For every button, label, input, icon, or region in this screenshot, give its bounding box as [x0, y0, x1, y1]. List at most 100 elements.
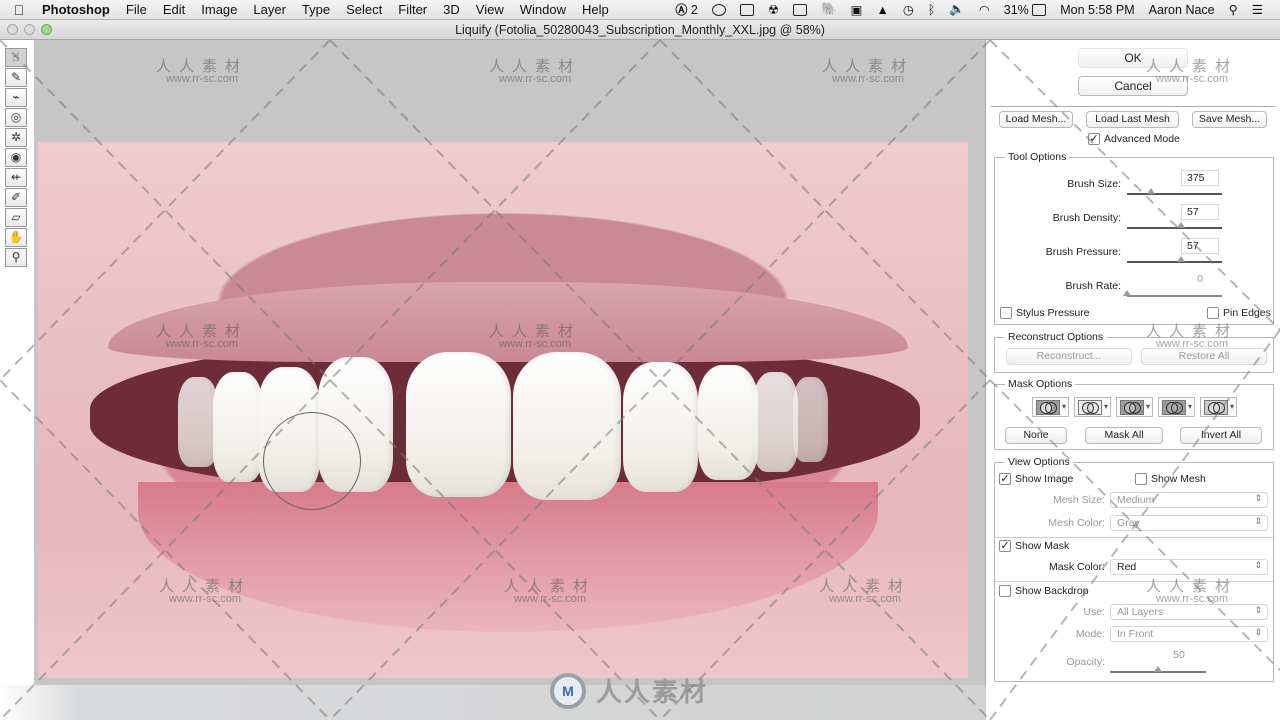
- brush-size-slider[interactable]: [1127, 188, 1222, 195]
- push-left-tool-icon[interactable]: ⇷: [5, 168, 27, 187]
- menu-edit[interactable]: Edit: [155, 2, 193, 17]
- spaces-icon[interactable]: [786, 3, 814, 16]
- video-camera-icon[interactable]: ▣: [844, 2, 870, 17]
- show-mask-checkbox[interactable]: ✓ Show Mask: [999, 540, 1069, 552]
- mask-color-select[interactable]: Red ⇕: [1110, 559, 1268, 575]
- menu-type[interactable]: Type: [294, 2, 338, 17]
- menu-filter[interactable]: Filter: [390, 2, 435, 17]
- pucker-tool-icon[interactable]: ✲: [5, 128, 27, 147]
- stepper-arrows-icon: ⇕: [1254, 560, 1262, 570]
- time-machine-icon[interactable]: [705, 3, 733, 16]
- radiation-icon[interactable]: ☢: [761, 2, 786, 17]
- stepper-arrows-icon: ⇕: [1254, 493, 1262, 503]
- mask-add-to-selection-icon[interactable]: ▾: [1074, 397, 1111, 417]
- watermark: 人人素材 www.rr-sc.com: [822, 58, 915, 85]
- thaw-mask-tool-icon[interactable]: ▱: [5, 208, 27, 227]
- save-mesh-button[interactable]: Save Mesh...: [1192, 111, 1267, 128]
- menu-file[interactable]: File: [118, 2, 155, 17]
- slider-thumb[interactable]: [1123, 290, 1131, 296]
- stylus-pressure-checkbox[interactable]: Stylus Pressure: [1000, 307, 1090, 319]
- slider-thumb[interactable]: [1177, 256, 1186, 262]
- mask-replace-selection-icon[interactable]: ▾: [1032, 397, 1069, 417]
- menu-app-photoshop[interactable]: Photoshop: [38, 2, 118, 17]
- bluetooth-icon[interactable]: ᛒ: [921, 3, 943, 17]
- forward-warp-tool-icon[interactable]: ☝: [5, 48, 27, 67]
- brush-density-slider[interactable]: [1127, 222, 1222, 229]
- reconstruct-tool-icon[interactable]: ✎: [5, 68, 27, 87]
- watermark: 人人素材 www.rr-sc.com: [819, 578, 912, 605]
- brush-size-input[interactable]: 375: [1181, 170, 1219, 186]
- load-last-mesh-button[interactable]: Load Last Mesh: [1086, 111, 1179, 128]
- menu-select[interactable]: Select: [338, 2, 390, 17]
- window-title: Liquify (Fotolia_50280043_Subscription_M…: [455, 22, 825, 37]
- menu-layer[interactable]: Layer: [245, 2, 294, 17]
- bottom-gradient: [0, 685, 986, 720]
- mask-all-button[interactable]: Mask All: [1085, 427, 1163, 444]
- menu-image[interactable]: Image: [193, 2, 245, 17]
- show-mesh-checkbox[interactable]: Show Mesh: [1135, 473, 1206, 485]
- spotlight-search-icon[interactable]: ⚲: [1222, 2, 1245, 17]
- apple-menu-icon[interactable]: : [0, 2, 38, 18]
- notification-center-icon[interactable]: ☰: [1245, 2, 1270, 17]
- show-image-checkbox[interactable]: ✓ Show Image: [999, 473, 1073, 485]
- brush-pressure-input[interactable]: 57: [1181, 238, 1219, 254]
- mask-options-title: Mask Options: [1005, 378, 1076, 390]
- adobe-badge-count: 2: [690, 2, 698, 17]
- zoom-tool-icon[interactable]: ⚲: [5, 248, 27, 267]
- menu-help[interactable]: Help: [574, 2, 617, 17]
- mode-select[interactable]: In Front ⇕: [1110, 626, 1268, 642]
- battery-status[interactable]: 31%: [997, 3, 1054, 17]
- menu-3d[interactable]: 3D: [435, 2, 468, 17]
- show-backdrop-checkbox[interactable]: Show Backdrop: [999, 585, 1089, 597]
- watermark: 人人素材 www.rr-sc.com: [159, 578, 252, 605]
- slider-thumb[interactable]: [1154, 666, 1162, 672]
- adobe-creative-cloud-icon[interactable]: Ⓐ 2: [668, 1, 704, 18]
- mask-options-group: Mask Options None Mask All Invert All: [994, 378, 1274, 450]
- brush-rate-slider[interactable]: [1123, 290, 1222, 297]
- slider-thumb[interactable]: [1146, 188, 1155, 194]
- use-select[interactable]: All Layers ⇕: [1110, 604, 1268, 620]
- rr-sc-logo-mark: M: [550, 672, 586, 709]
- reconstruct-button[interactable]: Reconstruct...: [1006, 348, 1132, 365]
- smooth-tool-icon[interactable]: ⌁: [5, 88, 27, 107]
- mask-subtract-from-selection-icon[interactable]: ▾: [1116, 397, 1153, 417]
- mesh-size-select[interactable]: Medium ⇕: [1110, 492, 1268, 508]
- clock-history-icon[interactable]: ◷: [896, 2, 921, 17]
- volume-icon[interactable]: 🔈: [942, 2, 972, 17]
- liquify-canvas[interactable]: 人人素材 www.rr-sc.com 人人素材 www.rr-sc.com 人人素材…: [34, 40, 986, 685]
- slider-thumb[interactable]: [1177, 222, 1186, 228]
- brush-pressure-slider[interactable]: [1127, 256, 1222, 263]
- stepper-arrows-icon: ⇕: [1254, 516, 1262, 526]
- load-mesh-button[interactable]: Load Mesh...: [999, 111, 1073, 128]
- opacity-value: 50: [1160, 648, 1198, 664]
- mask-none-button[interactable]: None: [1005, 427, 1067, 444]
- liquify-options-panel: OK Cancel 人人素材 www.rr-sc.com Load Mesh...…: [986, 40, 1280, 720]
- menu-window[interactable]: Window: [512, 2, 574, 17]
- mask-intersect-with-selection-icon[interactable]: ▾: [1158, 397, 1195, 417]
- hand-tool-icon[interactable]: ✋: [5, 228, 27, 247]
- stepper-arrows-icon: ⇕: [1254, 605, 1262, 615]
- divider: [995, 537, 1273, 538]
- opacity-label: Opacity:: [1066, 656, 1105, 668]
- evernote-icon[interactable]: 🐘: [814, 2, 844, 17]
- user-name[interactable]: Aaron Nace: [1142, 3, 1222, 17]
- checkmark-icon: ✓: [1088, 133, 1100, 145]
- twirl-clockwise-tool-icon[interactable]: ◎: [5, 108, 27, 127]
- mesh-color-select[interactable]: Gray ⇕: [1110, 515, 1268, 531]
- mask-invert-selection-icon[interactable]: ▾: [1200, 397, 1237, 417]
- invert-all-button[interactable]: Invert All: [1180, 427, 1262, 444]
- liquify-toolbar: ☝ ✎ ⌁ ◎ ✲ ◉ ⇷ ✐ ▱ ✋ ⚲: [0, 40, 34, 720]
- bloat-tool-icon[interactable]: ◉: [5, 148, 27, 167]
- airplay-icon[interactable]: ▲: [869, 3, 895, 17]
- checkmark-icon: ✓: [999, 473, 1011, 485]
- brush-density-input[interactable]: 57: [1181, 204, 1219, 220]
- wifi-icon[interactable]: ◠: [972, 2, 997, 17]
- advanced-mode-checkbox[interactable]: ✓ Advanced Mode: [1088, 133, 1180, 145]
- clock[interactable]: Mon 5:58 PM: [1053, 3, 1141, 17]
- pin-edges-checkbox[interactable]: Pin Edges: [1207, 307, 1271, 319]
- menu-view[interactable]: View: [468, 2, 512, 17]
- opacity-slider[interactable]: [1110, 666, 1206, 673]
- display-icon[interactable]: [733, 3, 761, 16]
- freeze-mask-tool-icon[interactable]: ✐: [5, 188, 27, 207]
- brush-size-label: Brush Size:: [1067, 178, 1121, 190]
